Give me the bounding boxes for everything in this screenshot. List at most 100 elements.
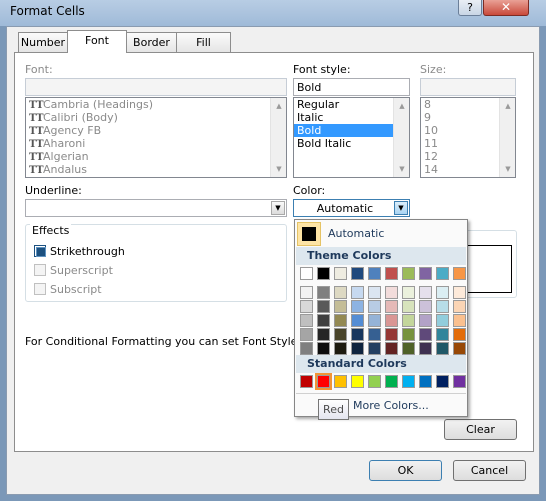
theme-shade-swatch[interactable] xyxy=(453,300,466,313)
theme-shade-swatch[interactable] xyxy=(419,286,432,299)
theme-shade-swatch[interactable] xyxy=(334,314,347,327)
standard-color-swatch[interactable] xyxy=(402,375,415,388)
theme-color-swatch[interactable] xyxy=(419,267,432,280)
scroll-down-icon[interactable]: ▼ xyxy=(394,161,409,177)
standard-color-swatch[interactable] xyxy=(300,375,313,388)
scroll-up-icon[interactable]: ▲ xyxy=(394,98,409,114)
theme-shade-swatch[interactable] xyxy=(317,314,330,327)
theme-shade-swatch[interactable] xyxy=(368,328,381,341)
strikethrough-checkbox[interactable] xyxy=(34,245,46,257)
theme-shade-swatch[interactable] xyxy=(351,286,364,299)
automatic-swatch-frame[interactable] xyxy=(297,222,321,246)
theme-color-swatch[interactable] xyxy=(402,267,415,280)
subscript-checkbox[interactable] xyxy=(34,283,46,295)
size-list-scrollbar[interactable]: ▲ ▼ xyxy=(499,98,515,177)
theme-shade-swatch[interactable] xyxy=(368,342,381,355)
font-style-list[interactable]: Regular Italic Bold Bold Italic ▲ ▼ xyxy=(293,97,410,178)
theme-shade-swatch[interactable] xyxy=(453,342,466,355)
theme-shade-swatch[interactable] xyxy=(334,328,347,341)
superscript-label[interactable]: Superscript xyxy=(50,264,113,277)
theme-shade-swatch[interactable] xyxy=(453,328,466,341)
list-item[interactable]: Bold Italic xyxy=(294,137,409,150)
standard-color-swatch[interactable] xyxy=(453,375,466,388)
theme-shade-swatch[interactable] xyxy=(402,328,415,341)
theme-shade-swatch[interactable] xyxy=(334,342,347,355)
theme-shade-swatch[interactable] xyxy=(453,314,466,327)
theme-shade-swatch[interactable] xyxy=(419,300,432,313)
theme-shade-swatch[interactable] xyxy=(351,300,364,313)
list-item[interactable]: TTAlgerian xyxy=(26,150,286,163)
theme-color-swatch[interactable] xyxy=(385,267,398,280)
font-input[interactable] xyxy=(25,78,287,96)
list-item[interactable]: Regular xyxy=(294,98,409,111)
theme-shade-swatch[interactable] xyxy=(436,286,449,299)
theme-shade-swatch[interactable] xyxy=(317,300,330,313)
cancel-button[interactable]: Cancel xyxy=(453,460,526,481)
theme-shade-swatch[interactable] xyxy=(317,286,330,299)
font-style-input[interactable]: Bold xyxy=(293,78,410,96)
theme-shade-swatch[interactable] xyxy=(368,300,381,313)
theme-shade-swatch[interactable] xyxy=(334,286,347,299)
tab-fill[interactable]: Fill xyxy=(176,32,231,52)
list-item[interactable]: TTAgency FB xyxy=(26,124,286,137)
theme-shade-swatch[interactable] xyxy=(385,342,398,355)
theme-shade-swatch[interactable] xyxy=(402,342,415,355)
theme-shade-swatch[interactable] xyxy=(317,342,330,355)
theme-shade-swatch[interactable] xyxy=(419,328,432,341)
tab-number[interactable]: Number xyxy=(18,32,68,52)
theme-shade-swatch[interactable] xyxy=(385,328,398,341)
subscript-label[interactable]: Subscript xyxy=(50,283,102,296)
theme-shade-swatch[interactable] xyxy=(351,314,364,327)
standard-color-swatch[interactable] xyxy=(419,375,432,388)
chevron-down-icon[interactable]: ▼ xyxy=(271,201,285,215)
close-button[interactable]: ✕ xyxy=(483,0,529,16)
standard-color-swatch[interactable] xyxy=(436,375,449,388)
theme-shade-swatch[interactable] xyxy=(317,328,330,341)
superscript-checkbox[interactable] xyxy=(34,264,46,276)
tab-border[interactable]: Border xyxy=(126,32,177,52)
theme-shade-swatch[interactable] xyxy=(419,314,432,327)
scroll-down-icon[interactable]: ▼ xyxy=(500,161,515,177)
theme-shade-swatch[interactable] xyxy=(419,342,432,355)
automatic-color-label[interactable]: Automatic xyxy=(328,227,384,240)
list-item[interactable]: TTCalibri (Body) xyxy=(26,111,286,124)
standard-color-swatch[interactable] xyxy=(315,373,332,390)
list-item[interactable]: TTAharoni xyxy=(26,137,286,150)
theme-color-swatch[interactable] xyxy=(317,267,330,280)
theme-shade-swatch[interactable] xyxy=(436,342,449,355)
font-style-scrollbar[interactable]: ▲ ▼ xyxy=(393,98,409,177)
size-list[interactable]: 8 9 10 11 12 14 ▲ ▼ xyxy=(420,97,516,178)
font-list[interactable]: TTCambria (Headings) TTCalibri (Body) TT… xyxy=(25,97,287,178)
list-item[interactable]: Italic xyxy=(294,111,409,124)
theme-color-swatch[interactable] xyxy=(436,267,449,280)
theme-shade-swatch[interactable] xyxy=(300,342,313,355)
automatic-color-swatch[interactable] xyxy=(302,227,316,241)
theme-shade-swatch[interactable] xyxy=(351,328,364,341)
theme-shade-swatch[interactable] xyxy=(300,314,313,327)
theme-shade-swatch[interactable] xyxy=(385,314,398,327)
theme-shade-swatch[interactable] xyxy=(300,286,313,299)
size-input[interactable] xyxy=(420,78,516,96)
theme-shade-swatch[interactable] xyxy=(402,300,415,313)
theme-color-swatch[interactable] xyxy=(453,267,466,280)
list-item[interactable]: TTCambria (Headings) xyxy=(26,98,286,111)
tab-font[interactable]: Font xyxy=(67,30,127,53)
clear-button[interactable]: Clear xyxy=(444,419,517,440)
standard-color-swatch[interactable] xyxy=(351,375,364,388)
help-button[interactable]: ? xyxy=(458,0,482,16)
theme-shade-swatch[interactable] xyxy=(385,300,398,313)
theme-shade-swatch[interactable] xyxy=(436,314,449,327)
standard-color-swatch[interactable] xyxy=(368,375,381,388)
theme-color-swatch[interactable] xyxy=(368,267,381,280)
ok-button[interactable]: OK xyxy=(369,460,442,481)
theme-shade-swatch[interactable] xyxy=(436,300,449,313)
theme-shade-swatch[interactable] xyxy=(300,300,313,313)
theme-color-swatch[interactable] xyxy=(334,267,347,280)
scroll-down-icon[interactable]: ▼ xyxy=(271,161,286,177)
font-list-scrollbar[interactable]: ▲ ▼ xyxy=(270,98,286,177)
theme-shade-swatch[interactable] xyxy=(453,286,466,299)
theme-shade-swatch[interactable] xyxy=(436,328,449,341)
list-item-selected[interactable]: Bold xyxy=(294,124,409,137)
theme-shade-swatch[interactable] xyxy=(334,300,347,313)
theme-shade-swatch[interactable] xyxy=(402,314,415,327)
